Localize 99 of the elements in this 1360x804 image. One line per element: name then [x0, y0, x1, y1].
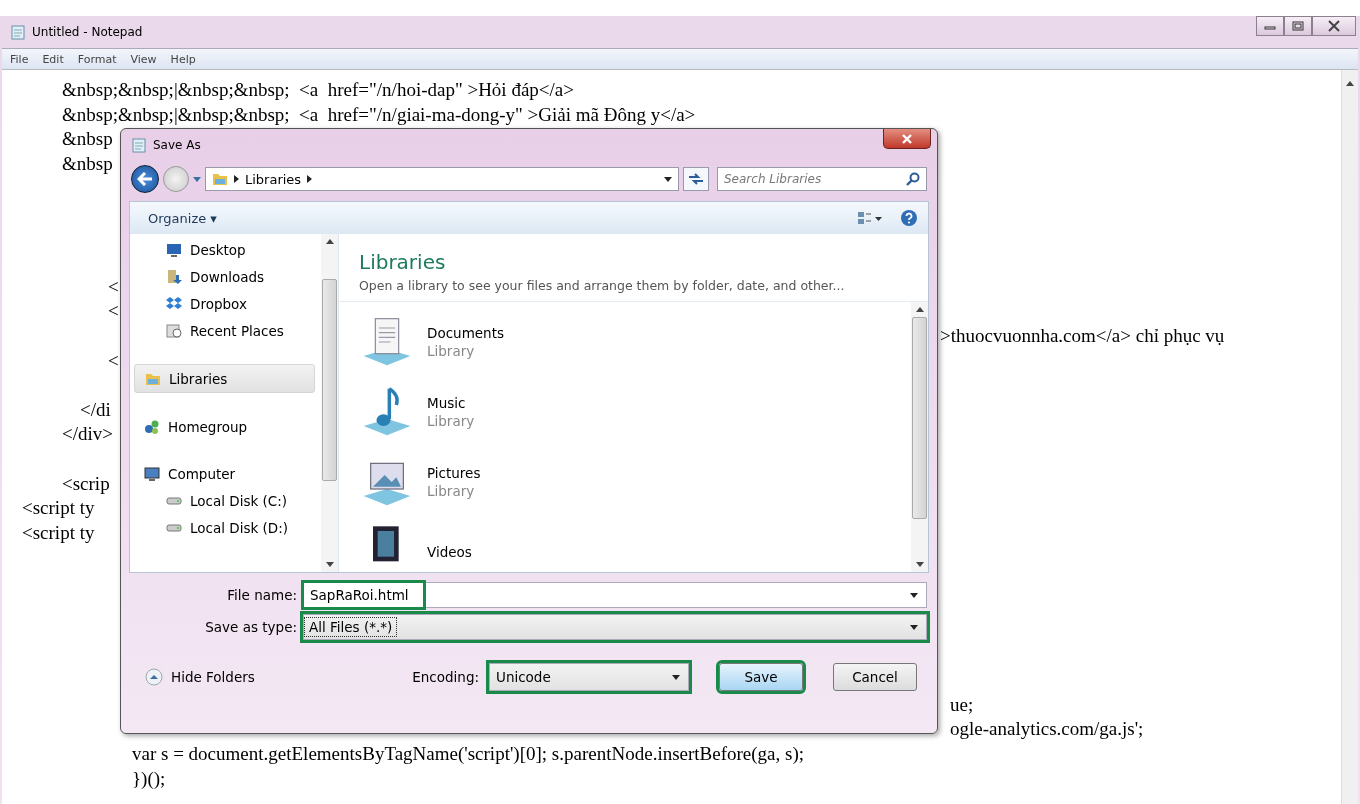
- library-name: Pictures: [427, 465, 481, 481]
- scrollbar[interactable]: [1341, 70, 1358, 804]
- monitor-icon: [166, 241, 182, 258]
- library-item[interactable]: Documents Library: [359, 314, 891, 370]
- scroll-up-icon[interactable]: [325, 239, 334, 244]
- help-icon[interactable]: [900, 209, 918, 227]
- nav-item[interactable]: Recent Places: [156, 317, 315, 344]
- back-button[interactable]: [131, 165, 159, 193]
- breadcrumb-item[interactable]: Libraries: [245, 171, 302, 187]
- menu-item[interactable]: File: [10, 52, 29, 66]
- download-icon: [166, 268, 182, 285]
- library-type: Library: [427, 483, 476, 499]
- search-field[interactable]: Search Libraries: [717, 167, 927, 191]
- library-name: Documents: [427, 325, 504, 341]
- code-line: &nbsp: [62, 152, 113, 174]
- view-options-icon[interactable]: [858, 211, 882, 225]
- refresh-button[interactable]: [683, 167, 709, 191]
- file-type-dropdown[interactable]: All Files (*.*): [303, 614, 927, 640]
- code-line: &nbsp;&nbsp;|&nbsp;&nbsp; <a href="/n/hoi-dap" >Hỏi đáp</a>: [62, 79, 574, 100]
- caret-icon: [910, 624, 918, 630]
- library-type: Library: [427, 413, 475, 429]
- nav-item[interactable]: Downloads: [156, 263, 315, 290]
- nav-item[interactable]: Local Disk (C:): [156, 487, 315, 514]
- scroll-up-icon[interactable]: [915, 307, 924, 312]
- close-button[interactable]: [1312, 16, 1356, 36]
- menu-item[interactable]: Edit: [42, 52, 64, 66]
- recent-places-icon: [166, 322, 182, 339]
- computer-icon: [144, 465, 160, 482]
- code-line: <: [108, 300, 119, 322]
- library-name: Videos: [427, 544, 472, 560]
- chevron-icon[interactable]: [307, 175, 313, 183]
- nav-item[interactable]: Desktop: [156, 236, 315, 263]
- library-item[interactable]: Music Library: [359, 384, 891, 440]
- dropbox-icon: [166, 295, 182, 312]
- nav-item[interactable]: Dropbox: [156, 290, 315, 317]
- code-line: >thuocvuonnha.com</a> chỉ phục vụ: [940, 324, 1225, 346]
- scroll-down-icon[interactable]: [915, 562, 924, 567]
- code-line: &nbsp: [62, 128, 113, 150]
- hide-folders-button[interactable]: Hide Folders: [129, 668, 255, 686]
- code-line: ue;: [950, 693, 974, 715]
- field-label: Encoding:: [412, 669, 479, 685]
- scroll-up-icon[interactable]: [1346, 81, 1354, 86]
- library-heading: Libraries: [359, 250, 447, 274]
- window-title: Untitled - Notepad: [32, 25, 143, 39]
- refresh-icon: [688, 172, 704, 186]
- field-label: Save as type:: [204, 619, 297, 635]
- library-name: Music: [427, 395, 467, 411]
- address-bar[interactable]: Libraries: [205, 167, 679, 191]
- notepad-icon: [10, 24, 26, 40]
- caret-icon[interactable]: [664, 176, 672, 182]
- file-name-field[interactable]: SapRaRoi.html: [303, 582, 927, 608]
- dialog-button[interactable]: Cancel: [833, 663, 917, 691]
- library-type: Library: [427, 343, 476, 359]
- field-label: File name:: [226, 587, 297, 603]
- minimize-button[interactable]: [1256, 16, 1284, 36]
- encoding-dropdown[interactable]: Unicode: [489, 663, 689, 691]
- homegroup-icon: [144, 418, 160, 435]
- dialog-title: Save As: [153, 138, 201, 152]
- nav-item[interactable]: Homegroup: [134, 413, 315, 440]
- library-description: Open a library to see your files and arrange them by folder, date, and other...: [359, 278, 846, 293]
- maximize-icon: [1292, 21, 1304, 31]
- close-icon: [901, 133, 913, 144]
- menu-item[interactable]: Help: [170, 52, 196, 66]
- search-icon: [906, 172, 920, 186]
- code-line: })();: [132, 767, 166, 789]
- close-button[interactable]: [883, 129, 931, 149]
- code-line: var s = document.getElementsByTagName('script')[0]; s.parentNode.insertBefore(ga, s);: [132, 743, 805, 765]
- notepad-icon: [131, 137, 147, 153]
- collapse-up-icon: [145, 668, 163, 686]
- code-line: <script ty: [22, 521, 95, 543]
- code-line: &nbsp;&nbsp;|&nbsp;&nbsp; <a href="/n/giai-ma-dong-y" >Giải mã Đông y</a>: [62, 103, 696, 125]
- hard-drive-icon: [166, 496, 182, 505]
- maximize-button[interactable]: [1284, 16, 1312, 36]
- nav-item[interactable]: Local Disk (D:): [156, 514, 315, 541]
- scrollbar[interactable]: [911, 302, 928, 572]
- code-line: ogle-analytics.com/ga.js';: [950, 718, 1144, 740]
- caret-icon: [672, 674, 680, 680]
- code-line: <: [108, 349, 119, 371]
- scroll-down-icon[interactable]: [325, 562, 334, 567]
- library-item[interactable]: Pictures Library: [359, 454, 891, 510]
- nav-item[interactable]: Libraries: [134, 364, 315, 393]
- library-item[interactable]: Videos: [359, 524, 891, 572]
- menu-item[interactable]: Format: [77, 52, 117, 66]
- code-line: <scrip: [62, 472, 110, 494]
- menu-item[interactable]: View: [130, 52, 157, 66]
- code-line: <script ty: [22, 497, 95, 519]
- nav-item[interactable]: Computer: [134, 460, 315, 487]
- close-icon: [1327, 20, 1341, 32]
- chevron-icon[interactable]: [234, 175, 239, 183]
- scrollbar[interactable]: [321, 234, 338, 572]
- organize-button[interactable]: Organize ▾: [144, 208, 221, 228]
- folder-icon: [212, 171, 228, 187]
- back-arrow-icon: [137, 172, 153, 186]
- caret-icon[interactable]: [910, 592, 918, 598]
- code-line: </di: [80, 398, 111, 420]
- dialog-button[interactable]: Save: [719, 663, 803, 691]
- hard-drive-icon: [166, 523, 182, 532]
- code-line: <: [108, 275, 119, 297]
- code-line: </div>: [62, 423, 113, 445]
